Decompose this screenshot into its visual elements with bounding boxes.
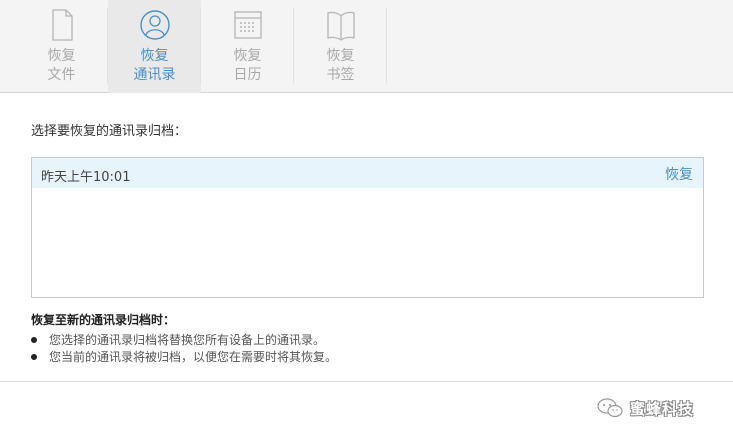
restore-toolbar: 恢复 文件 恢复 通讯录 恢复 日历 恢复 书签: [0, 0, 733, 93]
file-icon: [52, 9, 73, 41]
watermark: 蜜蜂科技: [596, 396, 694, 420]
tab-label-line2: 通讯录: [133, 67, 176, 83]
tab-restore-files[interactable]: 恢复 文件: [15, 0, 108, 93]
contacts-icon: [140, 10, 170, 40]
note-title: 恢复至新的通讯录归档时：: [31, 313, 176, 327]
tab-label-line2: 书签: [326, 67, 355, 83]
archive-prompt: 选择要恢复的通讯录归档：: [31, 124, 188, 139]
tab-restore-bookmarks[interactable]: 恢复 书签: [294, 0, 387, 93]
tab-label-line2: 文件: [47, 67, 76, 83]
watermark-text: 蜜蜂科技: [630, 399, 695, 418]
tab-restore-calendar[interactable]: 恢复 日历: [201, 0, 294, 93]
archive-date: 昨天上午10:01: [41, 170, 131, 185]
tab-label-line1: 恢复: [233, 48, 262, 64]
tab-divider: [386, 8, 387, 84]
archive-list[interactable]: 昨天上午10:01 恢复: [31, 157, 704, 298]
calendar-icon: [234, 11, 262, 39]
footer-divider: [0, 381, 733, 382]
note-text: 您当前的通讯录将被归档，以便您在需要时将其恢复。: [49, 350, 338, 364]
tab-label-line1: 恢复: [47, 48, 76, 64]
note-text: 您选择的通讯录归档将替换您所有设备上的通讯录。: [49, 333, 326, 347]
note-item: 您当前的通讯录将被归档，以便您在需要时将其恢复。: [31, 348, 337, 365]
tab-label-line1: 恢复: [140, 48, 169, 64]
wechat-icon: [597, 398, 623, 418]
tab-restore-contacts[interactable]: 恢复 通讯录: [108, 0, 201, 93]
tab-label-line1: 恢复: [326, 48, 355, 64]
bullet-dot: [31, 353, 37, 360]
note-item: 您选择的通讯录归档将替换您所有设备上的通讯录。: [31, 331, 325, 348]
archive-row[interactable]: 昨天上午10:01 恢复: [32, 158, 703, 188]
bullet-dot: [31, 336, 37, 343]
restore-link[interactable]: 恢复: [665, 164, 693, 184]
tab-label-line2: 日历: [233, 67, 262, 83]
bookmark-icon: [327, 11, 355, 41]
